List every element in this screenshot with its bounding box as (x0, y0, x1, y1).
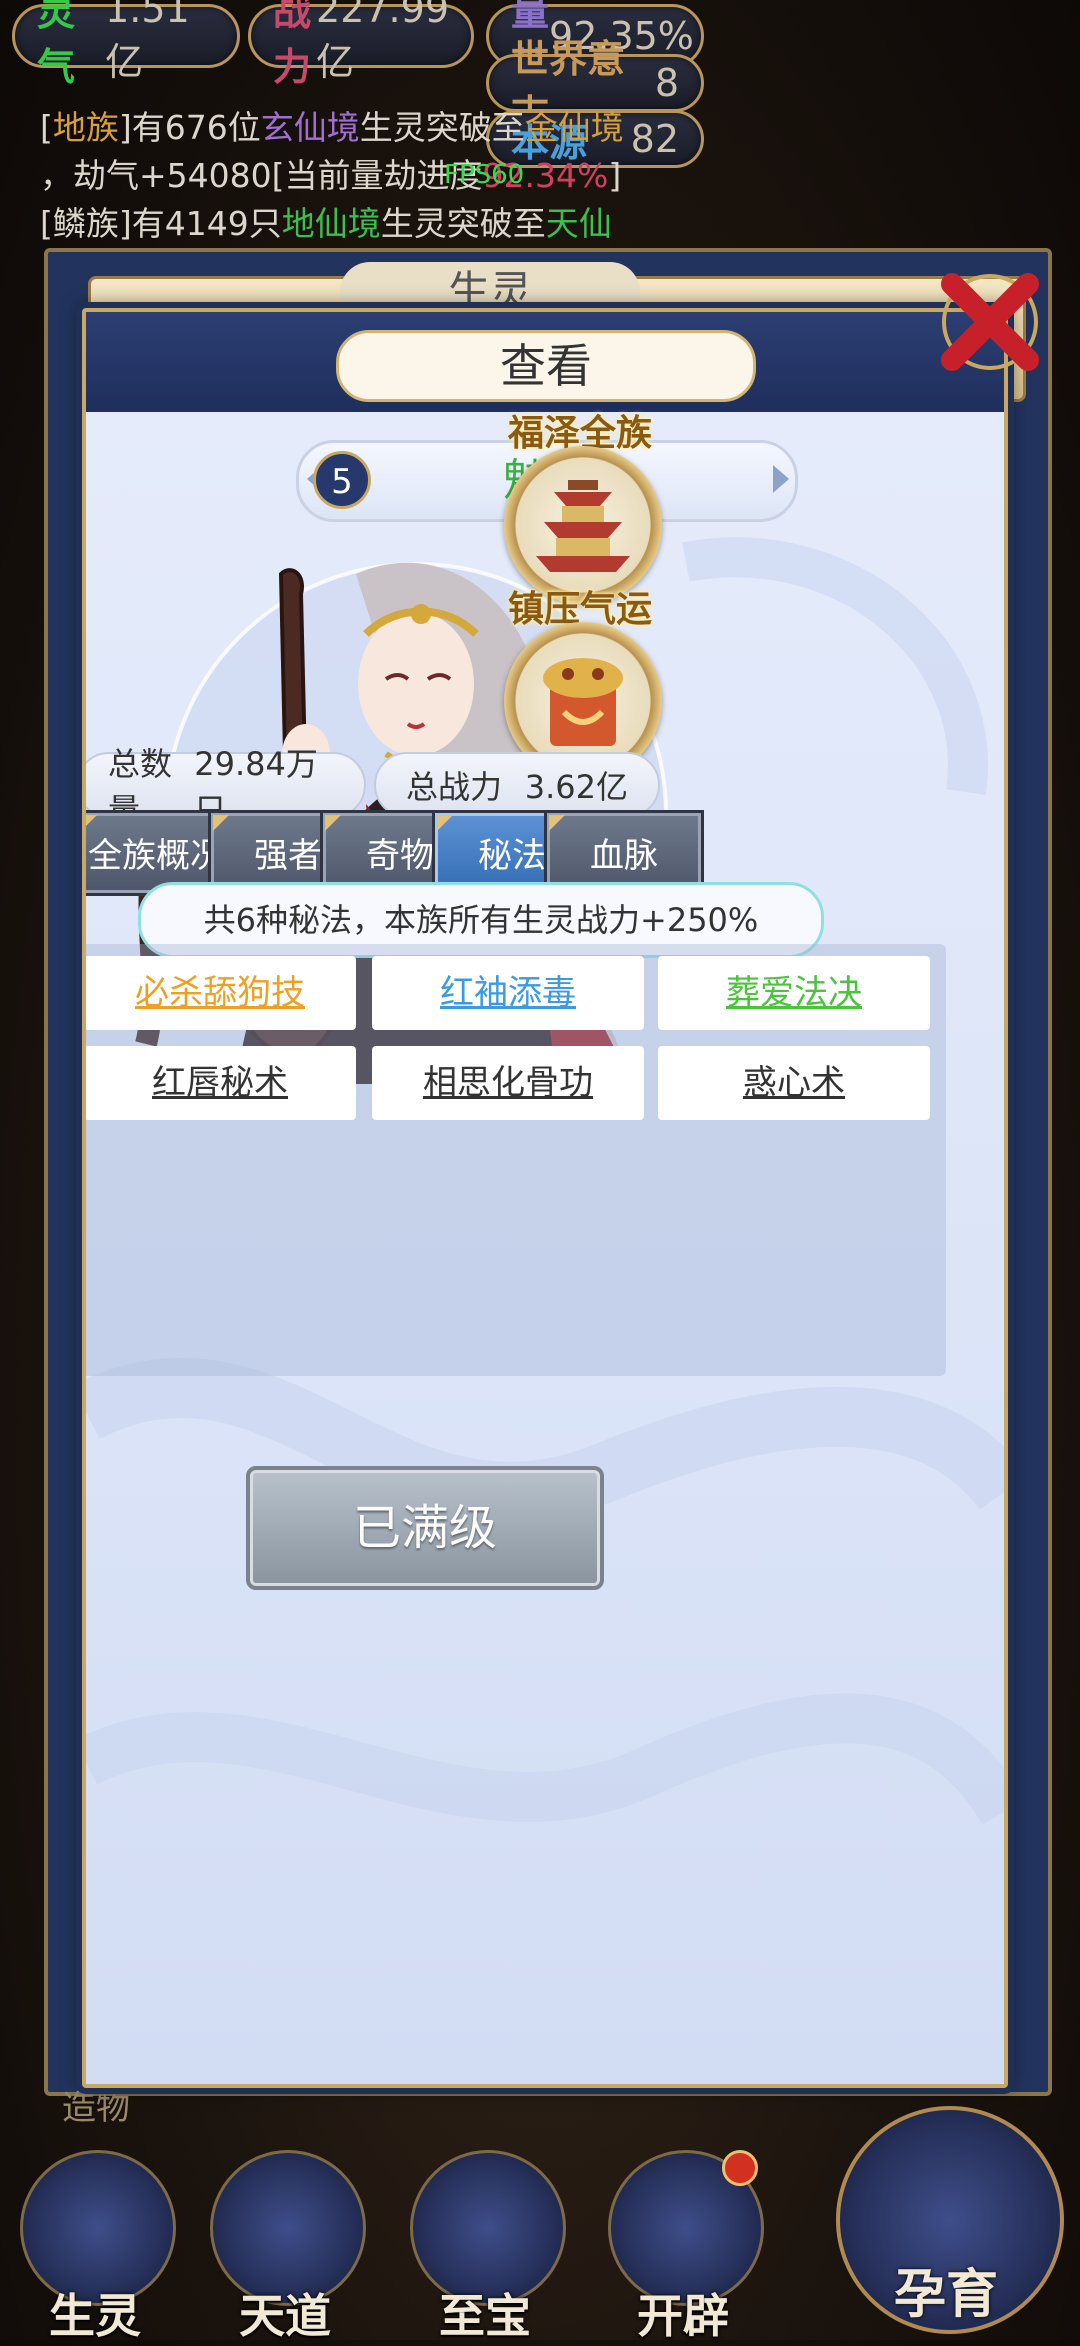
max-level-button[interactable]: 已满级 (246, 1466, 604, 1590)
resource-value: 1.51亿 (105, 0, 190, 84)
nav-label: 生灵 (49, 2289, 141, 2343)
skill-item[interactable]: 相思化骨功 (372, 1046, 644, 1120)
event-log: [地族]有676位玄仙境生灵突破至金仙境 ，劫气+54080[当前量劫进度92.… (40, 104, 660, 248)
resource-label: 战力 (273, 0, 312, 89)
nav-label: 天道 (239, 2289, 331, 2343)
stat-label: 总战力 (406, 768, 503, 806)
log-line: ，劫气+54080[当前量劫进度92.34%] (40, 156, 622, 195)
skill-item[interactable]: 红袖添毒 (372, 956, 644, 1030)
resource-zhanli[interactable]: 战力 227.99亿 (248, 0, 474, 89)
next-arrow-icon[interactable] (773, 465, 789, 493)
log-line: [鳞族]有4149只地仙境生灵突破至天仙 (40, 204, 612, 243)
skill-item[interactable]: 葬爱法决 (658, 956, 930, 1030)
nav-kaipi[interactable]: 开辟 (598, 2150, 768, 2343)
nav-shengling[interactable]: 生灵 (10, 2150, 180, 2343)
stat-value: 3.62亿 (524, 768, 628, 806)
resource-lingqi[interactable]: 灵气 1.51亿 (12, 0, 240, 89)
skill-item[interactable]: 红唇秘术 (86, 1046, 356, 1120)
nav-tiandao[interactable]: 天道 (200, 2150, 370, 2343)
total-power-stat: 总战力 3.62亿 (374, 752, 660, 818)
race-number-badge: 5 (313, 451, 371, 509)
close-icon[interactable] (930, 262, 1050, 382)
skill-item[interactable]: 必杀舔狗技 (86, 956, 356, 1030)
nav-yunyu[interactable]: 孕育 (826, 2106, 1066, 2336)
skills-panel: 必杀舔狗技 红袖添毒 葬爱法决 红唇秘术 相思化骨功 惑心术 (86, 944, 946, 1376)
nav-zhibao[interactable]: 至宝 (400, 2150, 570, 2343)
resource-value: 8 (654, 61, 679, 105)
nav-label: 开辟 (637, 2289, 729, 2343)
notification-dot (722, 2150, 758, 2186)
resource-value: 227.99亿 (316, 0, 449, 84)
resource-label: 灵气 (37, 0, 76, 89)
nav-label: 孕育 (893, 2265, 998, 2325)
view-dialog: 查看 魅族 5 (82, 308, 1008, 2088)
skill-item[interactable]: 惑心术 (658, 1046, 930, 1120)
total-count-stat: 总数量 29.84万只 (86, 745, 366, 829)
nav-label: 至宝 (439, 2289, 531, 2343)
log-line: [地族]有676位玄仙境生灵突破至金仙境 (40, 108, 624, 147)
fps-counter: FPS60 (444, 160, 525, 190)
dialog-title: 查看 (336, 330, 756, 402)
